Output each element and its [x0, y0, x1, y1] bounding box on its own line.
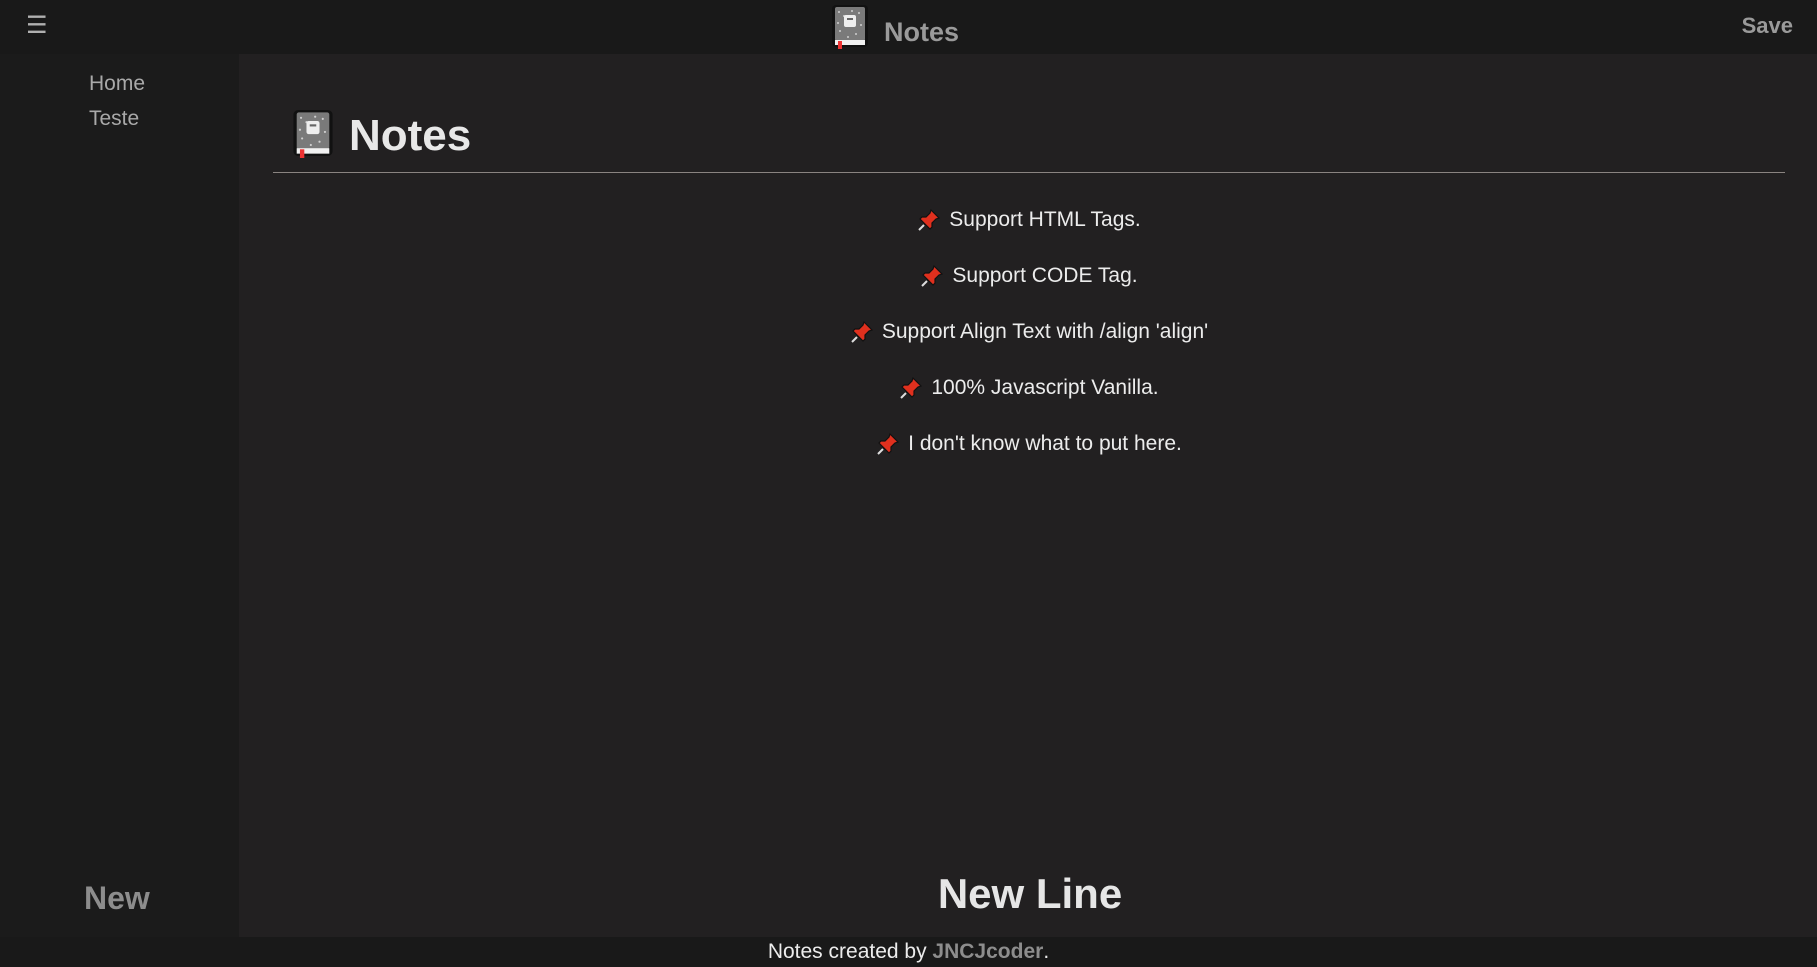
note-line[interactable]: Support Align Text with /align 'align': [273, 304, 1785, 360]
note-line[interactable]: Support CODE Tag.: [273, 248, 1785, 304]
pushpin-icon: [876, 432, 900, 456]
new-line-label: New Line: [937, 870, 1123, 917]
note-text: Support CODE Tag.: [952, 264, 1138, 287]
footer-suffix: .: [1043, 940, 1050, 963]
new-note-button[interactable]: New: [84, 880, 150, 917]
notebook-icon: [291, 108, 335, 163]
note-line[interactable]: I don't know what to put here.: [273, 416, 1785, 472]
app-brand: Notes: [830, 4, 959, 52]
main-content: Notes Support HTML Tags. Support CODE Ta…: [239, 54, 1817, 937]
note-line[interactable]: 100% Javascript Vanilla.: [273, 360, 1785, 416]
author-link[interactable]: JNCJcoder: [932, 940, 1043, 963]
save-button[interactable]: Save: [1742, 13, 1793, 39]
note-line[interactable]: Support HTML Tags.: [273, 192, 1785, 248]
hamburger-icon: ☰: [26, 12, 48, 39]
page-title: Notes: [349, 110, 472, 160]
new-line-button[interactable]: New Line: [239, 870, 1817, 918]
pushpin-icon: [920, 264, 944, 288]
top-bar: ☰ Notes Save: [0, 0, 1817, 54]
note-text: Support Align Text with /align 'align': [881, 320, 1209, 343]
notebook-icon: [830, 3, 870, 54]
footer: Notes created by JNCJcoder.: [0, 937, 1817, 967]
title-divider: [273, 172, 1785, 173]
page-header: Notes: [291, 108, 471, 163]
note-text: I don't know what to put here.: [908, 432, 1182, 455]
note-text: 100% Javascript Vanilla.: [931, 376, 1159, 399]
notes-list: Support HTML Tags. Support CODE Tag. Sup…: [273, 192, 1785, 472]
pushpin-icon: [850, 320, 874, 344]
footer-prefix: Notes created by: [767, 940, 933, 963]
note-text: Support HTML Tags.: [949, 208, 1141, 231]
pushpin-icon: [917, 208, 941, 232]
pushpin-icon: [899, 376, 923, 400]
sidebar-item-home[interactable]: Home: [89, 72, 145, 96]
sidebar-item-teste[interactable]: Teste: [89, 107, 139, 131]
sidebar: Home Teste New: [0, 54, 239, 937]
hamburger-menu-button[interactable]: ☰: [26, 12, 48, 40]
app-title: Notes: [884, 16, 960, 47]
